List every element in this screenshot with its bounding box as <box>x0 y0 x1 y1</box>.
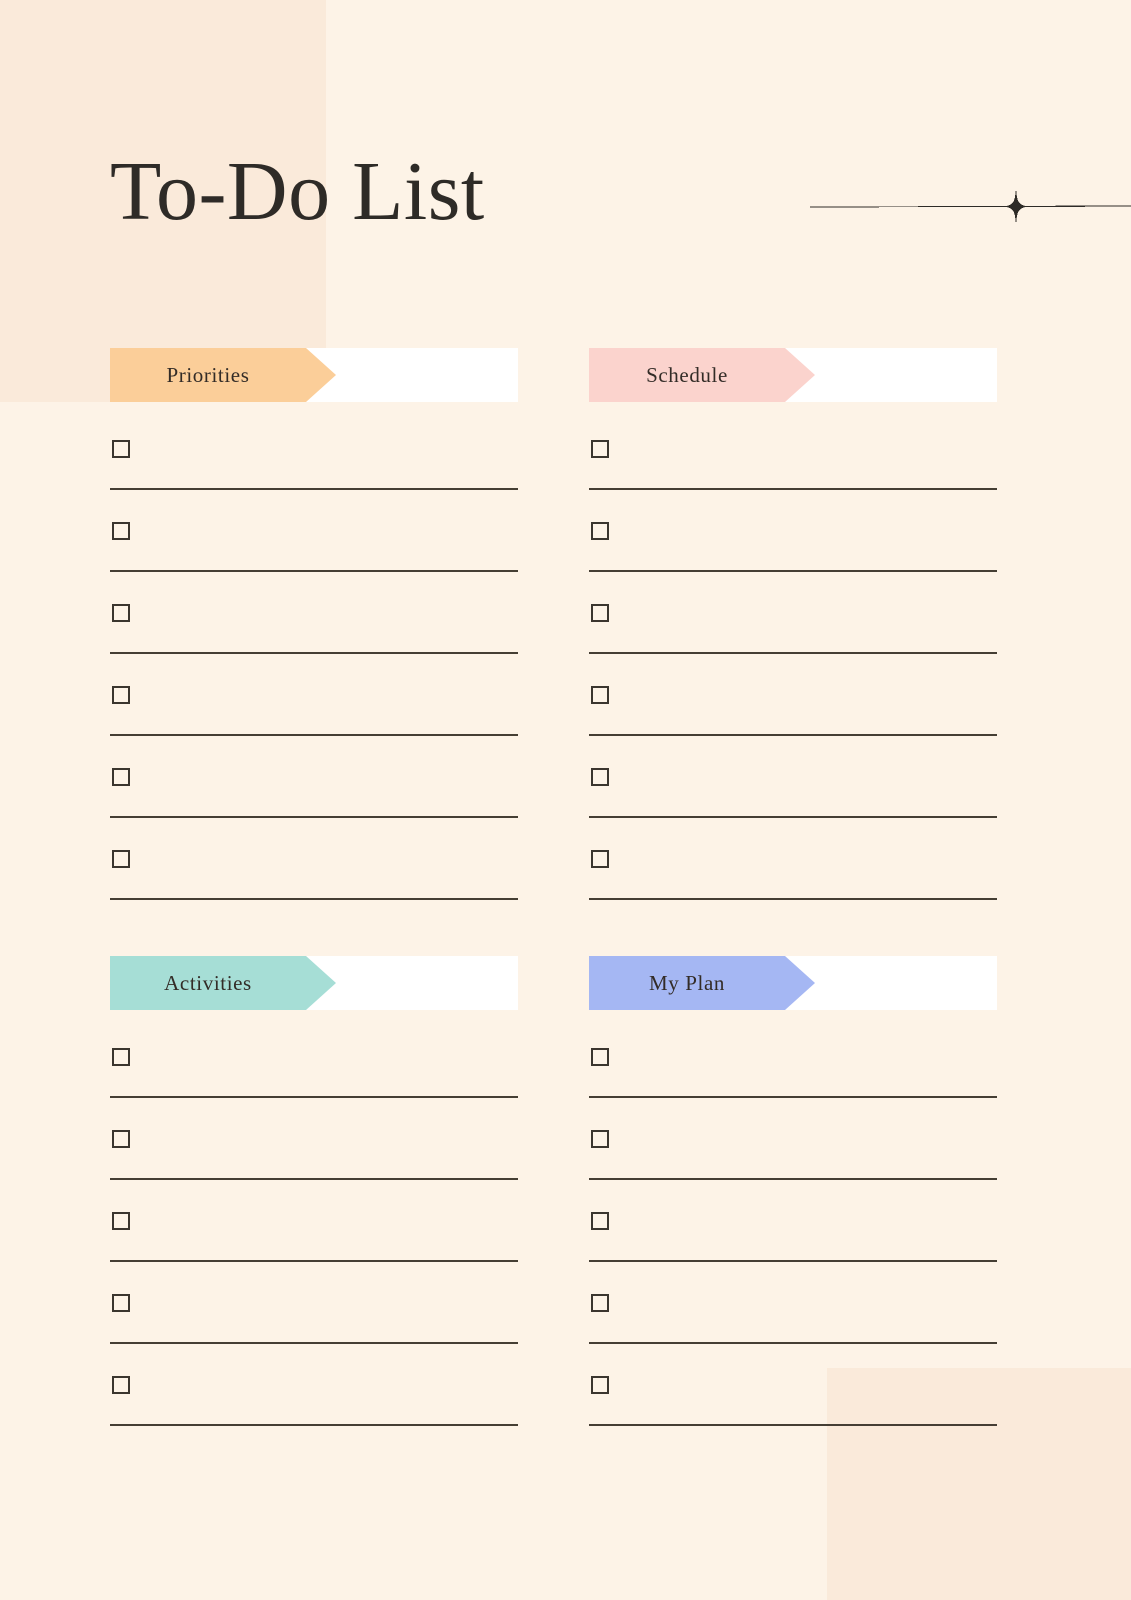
checklist-row <box>110 850 518 932</box>
todo-list-page: To-Do List Priorities Schedule Activitie… <box>0 0 1131 1600</box>
section-title-priorities: Priorities <box>166 362 250 387</box>
checklist-row <box>110 604 518 686</box>
write-line[interactable] <box>110 1178 518 1180</box>
section-activities: Activities <box>110 956 518 1426</box>
checklist-row <box>110 440 518 522</box>
write-line[interactable] <box>110 570 518 572</box>
checkbox[interactable] <box>591 1130 609 1148</box>
checkbox[interactable] <box>112 1212 130 1230</box>
checkbox[interactable] <box>112 522 130 540</box>
write-line[interactable] <box>589 1260 997 1262</box>
checkbox[interactable] <box>591 768 609 786</box>
checkbox[interactable] <box>112 440 130 458</box>
checklist-schedule <box>589 440 997 932</box>
checklist-activities <box>110 1048 518 1458</box>
checklist-row <box>110 768 518 850</box>
write-line[interactable] <box>589 1096 997 1098</box>
checkbox[interactable] <box>591 1212 609 1230</box>
checkbox[interactable] <box>112 1048 130 1066</box>
write-line[interactable] <box>589 898 997 900</box>
write-line[interactable] <box>589 734 997 736</box>
checkbox[interactable] <box>112 604 130 622</box>
checklist-row <box>589 1130 997 1212</box>
checklist-row <box>589 1376 997 1458</box>
write-line[interactable] <box>589 816 997 818</box>
section-header-my-plan: My Plan <box>589 956 997 1010</box>
checkbox[interactable] <box>112 768 130 786</box>
section-title-schedule: Schedule <box>646 362 728 387</box>
page-title: To-Do List <box>110 145 485 238</box>
checklist-row <box>589 768 997 850</box>
checkbox[interactable] <box>591 440 609 458</box>
checkbox[interactable] <box>591 850 609 868</box>
checkbox[interactable] <box>112 1376 130 1394</box>
checklist-priorities <box>110 440 518 932</box>
checklist-row <box>110 1048 518 1130</box>
write-line[interactable] <box>589 652 997 654</box>
checkbox[interactable] <box>591 1048 609 1066</box>
section-priorities: Priorities <box>110 348 518 900</box>
checklist-row <box>589 686 997 768</box>
write-line[interactable] <box>110 1260 518 1262</box>
checkbox[interactable] <box>112 850 130 868</box>
checklist-row <box>589 850 997 932</box>
checklist-row <box>110 522 518 604</box>
section-header-activities: Activities <box>110 956 518 1010</box>
checklist-row <box>110 1294 518 1376</box>
checklist-row <box>110 1212 518 1294</box>
checklist-row <box>589 1048 997 1130</box>
checkbox[interactable] <box>112 686 130 704</box>
four-point-star-line-icon <box>810 188 1131 225</box>
write-line[interactable] <box>110 488 518 490</box>
section-my-plan: My Plan <box>589 956 997 1426</box>
section-schedule: Schedule <box>589 348 997 900</box>
section-title-activities: Activities <box>164 970 252 995</box>
write-line[interactable] <box>110 1424 518 1426</box>
checklist-row <box>110 686 518 768</box>
checklist-row <box>589 440 997 522</box>
checkbox[interactable] <box>112 1130 130 1148</box>
write-line[interactable] <box>110 816 518 818</box>
write-line[interactable] <box>110 652 518 654</box>
write-line[interactable] <box>589 1424 997 1426</box>
checklist-row <box>589 1294 997 1376</box>
section-header-schedule: Schedule <box>589 348 997 402</box>
checkbox[interactable] <box>591 686 609 704</box>
write-line[interactable] <box>589 488 997 490</box>
section-title-my-plan: My Plan <box>649 970 725 995</box>
checklist-row <box>110 1376 518 1458</box>
write-line[interactable] <box>110 734 518 736</box>
checklist-row <box>589 604 997 686</box>
checkbox[interactable] <box>591 1376 609 1394</box>
checkbox[interactable] <box>591 522 609 540</box>
checklist-row <box>110 1130 518 1212</box>
checklist-row <box>589 1212 997 1294</box>
section-header-priorities: Priorities <box>110 348 518 402</box>
checkbox[interactable] <box>591 1294 609 1312</box>
write-line[interactable] <box>110 1342 518 1344</box>
checklist-row <box>589 522 997 604</box>
write-line[interactable] <box>589 1342 997 1344</box>
checkbox[interactable] <box>112 1294 130 1312</box>
checkbox[interactable] <box>591 604 609 622</box>
write-line[interactable] <box>589 1178 997 1180</box>
checklist-my-plan <box>589 1048 997 1458</box>
write-line[interactable] <box>589 570 997 572</box>
write-line[interactable] <box>110 898 518 900</box>
write-line[interactable] <box>110 1096 518 1098</box>
